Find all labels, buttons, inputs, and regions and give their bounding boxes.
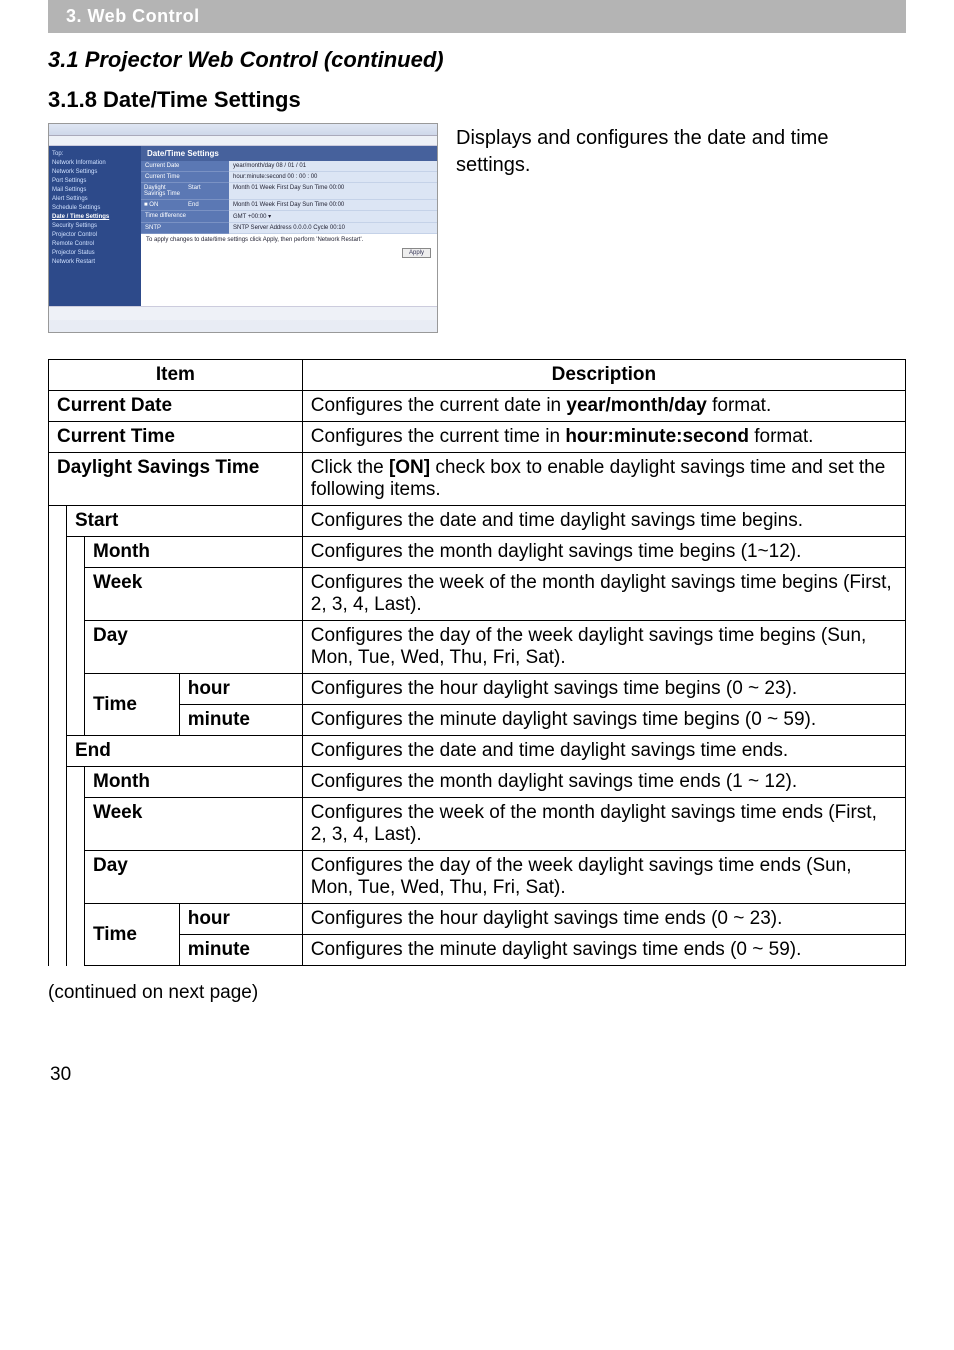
table-row: Month Configures the month daylight savi… (49, 767, 906, 798)
table-row: Day Configures the day of the week dayli… (49, 851, 906, 904)
thumb-sidebar: Top: Network Information Network Setting… (49, 146, 141, 306)
settings-table: Item Description Current Date Configures… (48, 359, 906, 966)
table-row: Current Time Configures the current time… (49, 422, 906, 453)
table-row: Week Configures the week of the month da… (49, 798, 906, 851)
col-item: Item (49, 360, 303, 391)
table-row: Daylight Savings Time Click the [ON] che… (49, 453, 906, 506)
table-row: Month Configures the month daylight savi… (49, 537, 906, 568)
table-row: End Configures the date and time dayligh… (49, 736, 906, 767)
intro-text: Displays and configures the date and tim… (456, 123, 906, 179)
continued-note: (continued on next page) (48, 982, 906, 1004)
table-row: Day Configures the day of the week dayli… (49, 621, 906, 674)
subsection-title: 3.1.8 Date/Time Settings (48, 87, 906, 113)
col-description: Description (302, 360, 905, 391)
settings-screenshot: Top: Network Information Network Setting… (48, 123, 438, 333)
table-row: Time hour Configures the hour daylight s… (49, 674, 906, 705)
section-title: 3.1 Projector Web Control (continued) (48, 47, 906, 73)
table-row: Current Date Configures the current date… (49, 391, 906, 422)
table-row: Time hour Configures the hour daylight s… (49, 904, 906, 935)
table-row: Start Configures the date and time dayli… (49, 506, 906, 537)
page-number: 30 (50, 1064, 906, 1086)
chapter-bar: 3. Web Control (48, 0, 906, 33)
table-row: Week Configures the week of the month da… (49, 568, 906, 621)
